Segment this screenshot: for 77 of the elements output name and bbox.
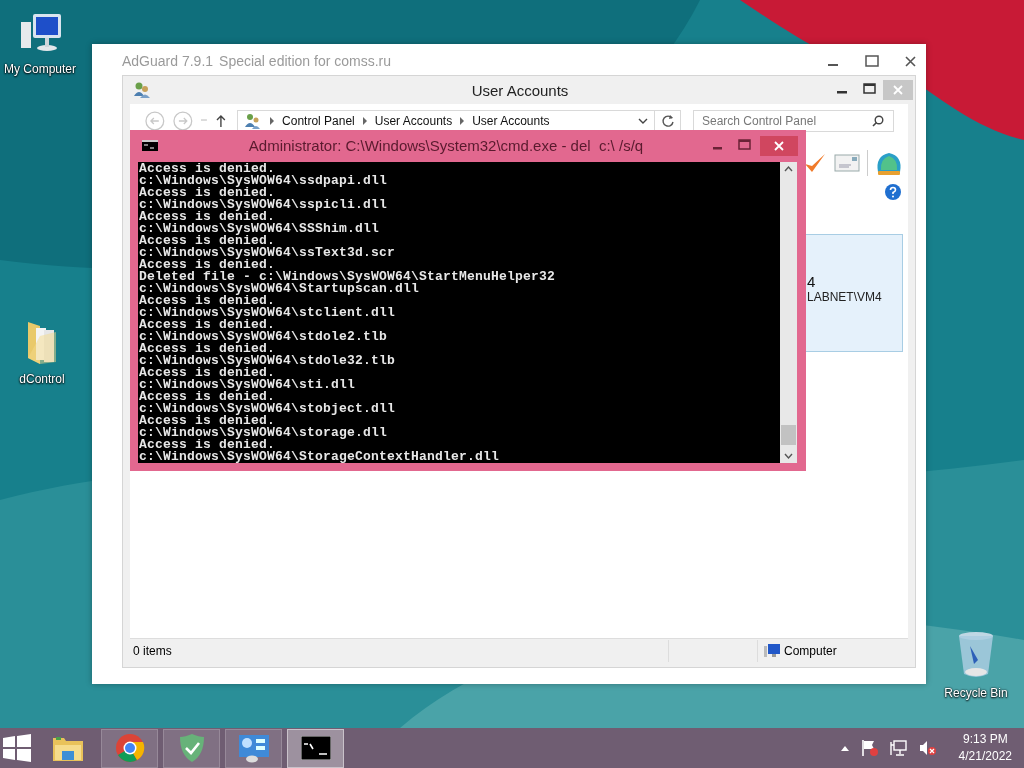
console-line: c:\Windows\SysWOW64\storage.dll (139, 427, 388, 439)
help-icon[interactable] (885, 184, 901, 200)
recycle-bin-icon[interactable] (956, 630, 996, 680)
flag-icon[interactable] (860, 739, 879, 757)
console-line: Access is denied. (139, 415, 276, 427)
item-count: 0 items (130, 640, 669, 662)
console-line: Access is denied. (139, 187, 276, 199)
console-line: Deleted file - c:\Windows\SysWOW64\StartMenuHelper32 (139, 271, 556, 283)
scrollbar-thumb[interactable] (781, 425, 796, 445)
users-icon (244, 113, 263, 129)
dropdown-icon[interactable] (638, 117, 649, 125)
desktop-icon-label[interactable]: My Computer (4, 62, 76, 76)
console-line: c:\Windows\SysWOW64\stdole32.tlb (139, 355, 396, 367)
console-line: c:\Windows\SysWOW64\SSShim.dll (139, 223, 380, 235)
console-line: Access is denied. (139, 235, 276, 247)
clock-time[interactable]: 9:13 PM (962, 731, 1008, 748)
console-line: c:\Windows\SysWOW64\sti.dll (139, 379, 356, 391)
console-line: Access is denied. (139, 211, 276, 223)
taskbar-button[interactable] (225, 728, 282, 768)
console-line: c:\Windows\SysWOW64\ssText3d.scr (139, 247, 396, 259)
account-domain: LABNET\VM4 (807, 290, 882, 304)
console-line: Access is denied. (139, 295, 276, 307)
close-button[interactable] (760, 135, 798, 156)
network-icon[interactable] (889, 739, 908, 757)
chevron-icon[interactable] (361, 117, 368, 125)
breadcrumb-item[interactable]: User Accounts (374, 114, 453, 128)
back-icon[interactable] (144, 110, 166, 132)
window-title: AdGuard 7.9.1 (122, 53, 214, 69)
console-line: c:\Windows\SysWOW64\StorageContextHandler.dll (139, 451, 500, 463)
location-label: Computer (784, 644, 837, 658)
folder-icon (51, 734, 84, 762)
console-line: Access is denied. (139, 439, 276, 451)
close-icon (893, 85, 903, 95)
console-line: c:\Windows\SysWOW64\stdole2.tlb (139, 331, 388, 343)
console-line: c:\Windows\SysWOW64\stclient.dll (139, 307, 396, 319)
forward-icon[interactable] (171, 110, 194, 132)
desktop-icon-label[interactable]: dControl (19, 372, 65, 386)
scrollbar[interactable] (780, 162, 797, 463)
console-line: c:\Windows\SysWOW64\sspicli.dll (139, 199, 388, 211)
control-panel-icon (237, 733, 270, 763)
breadcrumb-item[interactable]: Control Panel (282, 114, 355, 128)
console-line: Access is denied. (139, 319, 276, 331)
start-icon[interactable] (3, 734, 31, 762)
clock-date[interactable]: 4/21/2022 (958, 748, 1012, 765)
refresh-button[interactable] (655, 110, 681, 132)
up-arrow-icon[interactable] (215, 114, 228, 128)
console-icon (142, 140, 158, 151)
chrome-icon (114, 733, 145, 763)
window-title: User Accounts (470, 81, 570, 99)
console-line: Access is denied. (139, 367, 276, 379)
console-icon (300, 736, 331, 760)
search-icon[interactable] (872, 115, 884, 127)
shield-icon (178, 733, 205, 763)
close-icon (774, 140, 784, 151)
refresh-icon (660, 114, 675, 128)
window-subtitle: Special edition for comss.ru (219, 53, 392, 69)
account-name: 4 (807, 273, 816, 290)
breadcrumb-item[interactable]: User Accounts (472, 114, 550, 128)
chevron-icon[interactable] (269, 117, 276, 125)
console-line: c:\Windows\SysWOW64\Startupscan.dll (139, 283, 420, 295)
console-line: Access is denied. (139, 343, 276, 355)
console-line: c:\Windows\SysWOW64\ssdpapi.dll (139, 175, 388, 187)
chevron-icon[interactable] (459, 117, 466, 125)
computer-icon (764, 644, 780, 658)
console-line: c:\Windows\SysWOW64\stobject.dll (139, 403, 396, 415)
console-line: Access is denied. (139, 259, 276, 271)
show-hidden-icons-icon[interactable] (839, 744, 850, 752)
account-panel[interactable]: 4 LABNET\VM4 (806, 234, 903, 352)
console-line: Access is denied. (139, 163, 276, 175)
users-icon (133, 81, 151, 99)
close-icon[interactable] (905, 55, 916, 67)
maximize-icon[interactable] (865, 55, 879, 67)
console-line: Access is denied. (139, 391, 276, 403)
window-title: Administrator: C:\Windows\System32\cmd.exe - del c:\ /s/q (247, 137, 645, 154)
muted-speaker-icon[interactable] (918, 739, 937, 757)
taskbar-button[interactable] (287, 728, 344, 768)
search-field[interactable]: Search Control Panel (693, 110, 894, 132)
